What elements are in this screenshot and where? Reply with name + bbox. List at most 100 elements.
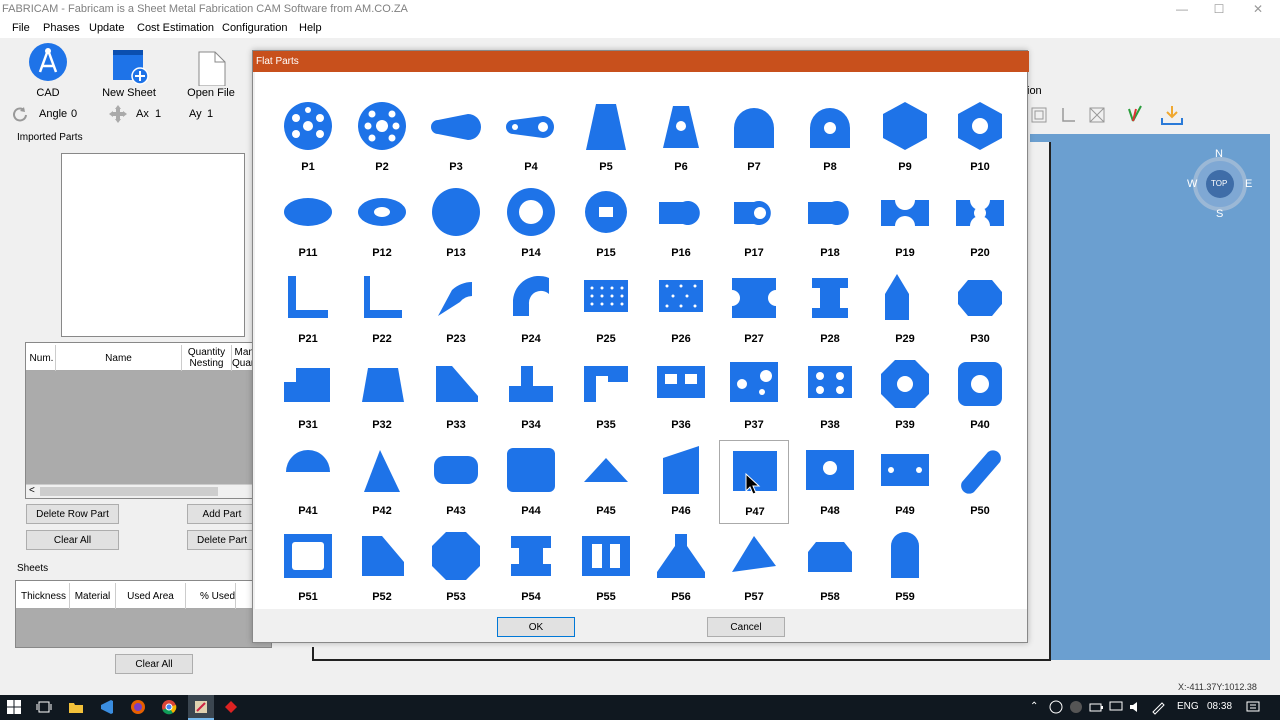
add-part-button[interactable]: Add Part [187,504,257,524]
menu-configuration[interactable]: Configuration [222,22,287,34]
part-p57[interactable]: P57 [719,526,789,610]
part-p5[interactable]: P5 [571,96,641,180]
part-p52[interactable]: P52 [347,526,417,610]
tray-volume-icon[interactable] [1128,699,1144,715]
part-p58[interactable]: P58 [795,526,865,610]
part-p42[interactable]: P42 [347,440,417,524]
close-button[interactable]: ✕ [1244,2,1272,18]
part-p46[interactable]: P46 [646,440,716,524]
part-p11[interactable]: P11 [273,182,343,266]
part-p41[interactable]: P41 [273,440,343,524]
col-num[interactable]: Num. [28,345,56,371]
sheets-clear-all-button[interactable]: Clear All [115,654,193,674]
col-used-area[interactable]: Used Area [116,583,186,609]
part-p35[interactable]: P35 [571,354,641,438]
col-percent-used[interactable]: % Used [200,583,236,609]
part-p7[interactable]: P7 [719,96,789,180]
minimize-button[interactable]: — [1168,2,1196,18]
part-p44[interactable]: P44 [496,440,566,524]
part-p3[interactable]: P3 [421,96,491,180]
part-p38[interactable]: P38 [795,354,865,438]
part-p29[interactable]: P29 [870,268,940,352]
validate-icon[interactable] [1126,105,1144,123]
part-p26[interactable]: P26 [646,268,716,352]
part-p2[interactable]: P2 [347,96,417,180]
part-p17[interactable]: P17 [719,182,789,266]
task-view-icon[interactable] [36,699,52,715]
app-vscode-icon[interactable] [99,699,115,715]
part-p49[interactable]: P49 [870,440,940,524]
tray-battery-icon[interactable] [1088,699,1104,715]
part-p33[interactable]: P33 [421,354,491,438]
chrome-icon[interactable] [161,699,177,715]
menu-update[interactable]: Update [89,22,124,34]
ax-input[interactable]: 1 [155,108,161,120]
part-p9[interactable]: P9 [870,96,940,180]
col-quantity-nesting[interactable]: Quantity Nesting [182,345,232,371]
menu-cost-estimation[interactable]: Cost Estimation [137,22,214,34]
part-p23[interactable]: P23 [421,268,491,352]
part-p21[interactable]: P21 [273,268,343,352]
part-p31[interactable]: P31 [273,354,343,438]
view-compass[interactable]: N S E W TOP [1187,148,1252,220]
part-p18[interactable]: P18 [795,182,865,266]
part-p4[interactable]: P4 [496,96,566,180]
frame-icon[interactable] [1030,106,1048,124]
parts-hscrollbar[interactable]: < [26,484,256,498]
part-p15[interactable]: P15 [571,182,641,266]
part-p53[interactable]: P53 [421,526,491,610]
compass-west[interactable]: W [1187,178,1197,190]
firefox-icon[interactable] [130,699,146,715]
fabricam-task[interactable] [188,695,214,720]
part-p19[interactable]: P19 [870,182,940,266]
menu-file[interactable]: File [12,22,30,34]
tray-network-icon[interactable] [1068,699,1084,715]
ok-button[interactable]: OK [497,617,575,637]
windows-start-icon[interactable] [6,699,22,715]
rotate-icon[interactable] [12,106,28,122]
cross-box-icon[interactable] [1088,106,1106,124]
tray-display-icon[interactable] [1108,699,1124,715]
part-p30[interactable]: P30 [945,268,1015,352]
part-p27[interactable]: P27 [719,268,789,352]
cancel-button[interactable]: Cancel [707,617,785,637]
part-p13[interactable]: P13 [421,182,491,266]
part-p24[interactable]: P24 [496,268,566,352]
compass-south[interactable]: S [1216,208,1223,220]
scroll-left-icon[interactable]: < [29,485,35,496]
part-p36[interactable]: P36 [646,354,716,438]
part-p43[interactable]: P43 [421,440,491,524]
part-p45[interactable]: P45 [571,440,641,524]
part-p34[interactable]: P34 [496,354,566,438]
compass-top[interactable]: TOP [1211,179,1227,188]
part-p32[interactable]: P32 [347,354,417,438]
part-p48[interactable]: P48 [795,440,865,524]
part-p16[interactable]: P16 [646,182,716,266]
part-p8[interactable]: P8 [795,96,865,180]
tray-language[interactable]: ENG [1177,701,1199,712]
part-p12[interactable]: P12 [347,182,417,266]
col-name[interactable]: Name [56,345,182,371]
scroll-thumb[interactable] [40,487,218,496]
part-p39[interactable]: P39 [870,354,940,438]
part-p56[interactable]: P56 [646,526,716,610]
move-icon[interactable] [108,104,128,124]
tray-clock[interactable]: 08:38 [1207,701,1232,712]
maximize-button[interactable]: ☐ [1205,2,1233,18]
part-p37[interactable]: P37 [719,354,789,438]
col-thickness[interactable]: Thickness [18,583,70,609]
part-p14[interactable]: P14 [496,182,566,266]
export-icon[interactable] [1160,104,1184,126]
delete-row-part-button[interactable]: Delete Row Part [26,504,119,524]
part-p20[interactable]: P20 [945,182,1015,266]
part-p10[interactable]: P10 [945,96,1015,180]
part-p59[interactable]: P59 [870,526,940,610]
notification-icon[interactable] [1245,699,1261,715]
part-p40[interactable]: P40 [945,354,1015,438]
ay-input[interactable]: 1 [207,108,213,120]
part-p22[interactable]: P22 [347,268,417,352]
part-p51[interactable]: P51 [273,526,343,610]
tray-chevron-icon[interactable]: ⌃ [1030,701,1038,712]
part-p50[interactable]: P50 [945,440,1015,524]
menu-help[interactable]: Help [299,22,322,34]
